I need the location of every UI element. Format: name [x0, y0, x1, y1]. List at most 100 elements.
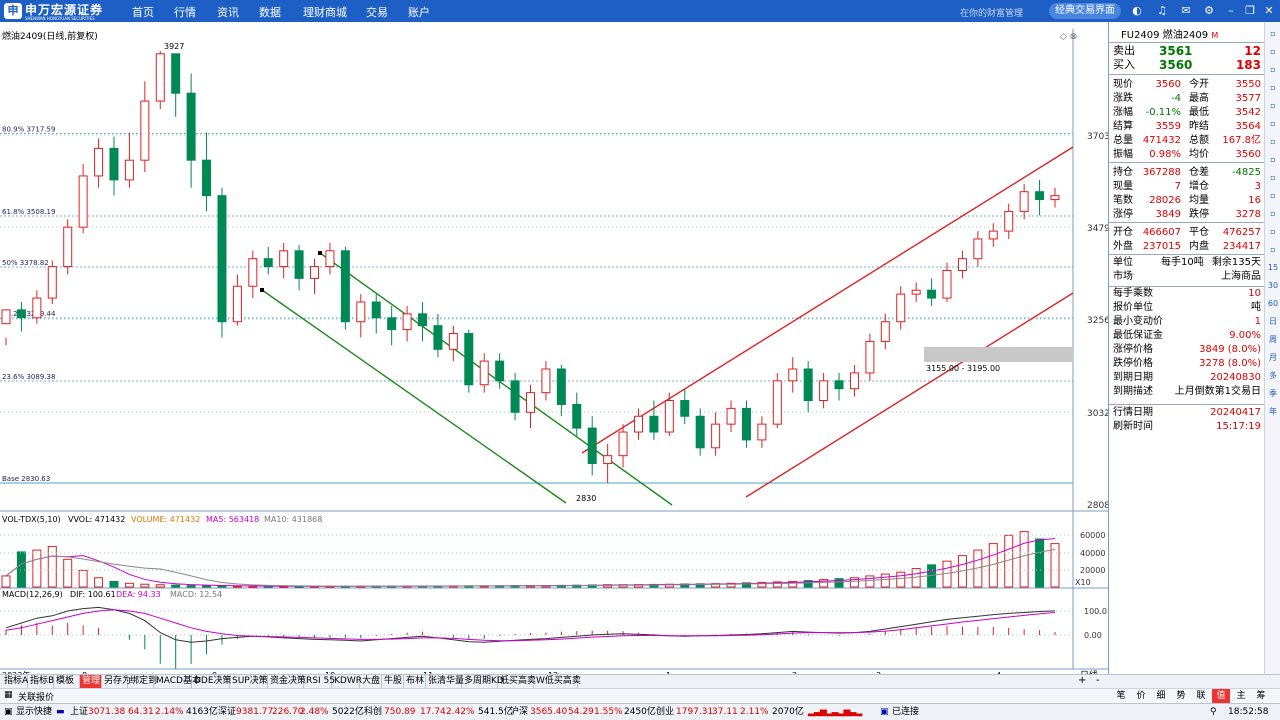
compass-icon[interactable]: ▫	[1267, 190, 1279, 202]
macd-dif: DIF: 100.61	[70, 590, 116, 599]
indicator-tab[interactable]: W低买高卖	[534, 675, 581, 689]
indicator-tab[interactable]: 低买高卖	[498, 675, 536, 689]
related-quote-icon[interactable]: ▦	[4, 690, 13, 700]
settings-icon[interactable]: ⚙	[1202, 4, 1216, 18]
message-icon[interactable]: ✉	[1179, 4, 1193, 18]
table-icon[interactable]: ▫	[1267, 118, 1279, 130]
nav-data[interactable]: 数据	[259, 4, 281, 20]
brand-name-en: SHENWAN HONGYUAN SECURITIES	[25, 16, 95, 21]
indicator-tab[interactable]: 绑定到	[128, 675, 157, 689]
bottom-tool[interactable]: 主	[1232, 689, 1250, 703]
nav-account[interactable]: 账户	[408, 4, 430, 20]
bottom-tool[interactable]: 联	[1192, 689, 1210, 703]
nav-home[interactable]: 首页	[132, 4, 154, 20]
sell-row[interactable]: 卖出 3561 12	[1109, 44, 1265, 58]
indicator-tab[interactable]: 张清华量	[426, 675, 464, 689]
display-shortcut[interactable]: 显示快捷	[16, 704, 52, 720]
spec-row: 跌停价格 3278 (8.0%)	[1113, 358, 1261, 369]
line-icon[interactable]: ▫	[1267, 82, 1279, 94]
list-icon[interactable]: ▫	[1267, 46, 1279, 58]
period-20[interactable]: 季	[1267, 388, 1279, 400]
skin-icon[interactable]: ◐	[1130, 4, 1144, 18]
volume-bar	[1019, 531, 1029, 588]
text-icon[interactable]: ▫	[1267, 136, 1279, 148]
bottom-tool[interactable]: 筹	[1252, 689, 1270, 703]
volume-bar	[63, 558, 73, 588]
fib-label: Base 2830.63	[2, 475, 50, 483]
indicator-tab[interactable]: 布林	[404, 675, 426, 689]
quote-date-row: 行情日期 20240417	[1113, 407, 1261, 418]
minimize-icon[interactable]: –	[1224, 4, 1238, 18]
vol-ma10: MA10: 431868	[264, 515, 322, 524]
quote-row: 涨跌 -4 最高 3577	[1113, 93, 1261, 104]
headset-icon[interactable]: ♫	[1155, 4, 1169, 18]
bottom-tool[interactable]: 势	[1172, 689, 1190, 703]
nav-news[interactable]: 资讯	[217, 4, 239, 20]
chart-icon[interactable]: ▫	[1267, 64, 1279, 76]
grid-icon[interactable]: ▫	[1267, 28, 1279, 40]
indicator-tab[interactable]: 大盘	[360, 675, 382, 689]
indicator-tab[interactable]: 指标A	[2, 675, 28, 689]
indicator-tab[interactable]: 多周期KD	[462, 675, 504, 689]
bottom-tool[interactable]: 细	[1152, 689, 1170, 703]
candle	[47, 260, 57, 304]
indicator-tab[interactable]: RSI 55	[304, 675, 335, 689]
period-18[interactable]: 月	[1267, 352, 1279, 364]
indicator-tab[interactable]: 模板	[54, 675, 80, 689]
period-15[interactable]: 60	[1267, 298, 1279, 310]
indicator-tab[interactable]: 管理	[80, 675, 102, 689]
indicator-tab[interactable]: 指标B	[28, 675, 54, 689]
period-16[interactable]: 日	[1267, 316, 1279, 328]
remove-tab-icon[interactable]: -	[1096, 675, 1100, 686]
note-icon[interactable]: ▫	[1267, 244, 1279, 256]
indicator-tabs: 指标A 指标B 模板 管理 另存为 绑定到 MACD基本 DDE决策 SUP决策 资金决策 RSI …	[0, 674, 1280, 689]
bottom-tool[interactable]: 价	[1132, 689, 1150, 703]
bar-icon[interactable]: ▫	[1267, 100, 1279, 112]
bottom-tool[interactable]: 值	[1212, 689, 1230, 703]
chart-options-icon[interactable]: ◇ ⊗	[1060, 32, 1077, 42]
indicator-tab[interactable]: 另存为	[102, 675, 131, 689]
candlestick-chart[interactable]: 燃油2409(日线,前复权) ◇ ⊗ 80.9% 3717.59 61.8% 35…	[0, 22, 1108, 688]
window-icon[interactable]: ▫	[1267, 172, 1279, 184]
market-bars-icon: ▂▃▅▂▃▂▅▃▂	[808, 707, 862, 717]
bottom-tool[interactable]: 笔	[1112, 689, 1130, 703]
volume-bar	[1, 575, 11, 588]
indicator-tab[interactable]: DDE决策	[192, 675, 232, 689]
restore-icon[interactable]: ❐	[1243, 4, 1257, 18]
indicator-tab[interactable]: KDWR	[332, 675, 362, 689]
close-icon[interactable]: ✕	[1262, 4, 1276, 18]
indicator-tab[interactable]: 资金决策	[268, 675, 306, 689]
buy-row[interactable]: 买入 3560 183	[1109, 58, 1265, 72]
add-tab-icon[interactable]: +	[1078, 675, 1086, 686]
period-19[interactable]: 多	[1267, 370, 1279, 382]
period-13[interactable]: 15	[1267, 262, 1279, 274]
volume-bar	[217, 585, 227, 588]
price-tick: 3032	[1087, 409, 1108, 419]
classic-trade-button[interactable]: 经典交易界面	[1049, 3, 1121, 19]
nav-wealth-mall[interactable]: 理财商城	[303, 4, 347, 20]
calc-icon[interactable]: ▫	[1267, 154, 1279, 166]
header-slogan: 在你的财富管理	[960, 9, 1024, 19]
related-quote-label[interactable]: 关联报价	[18, 690, 54, 703]
pen-icon[interactable]: ▫	[1267, 226, 1279, 238]
indicator-tab[interactable]: SUP决策	[230, 675, 268, 689]
top-navigation-bar: 申 申万宏源证券 SHENWAN HONGYUAN SECURITIES 首页 …	[0, 0, 1280, 22]
period-21[interactable]: 年	[1267, 406, 1279, 418]
quote-row: 持仓 367288 仓差 -4825	[1113, 167, 1261, 178]
nav-trade[interactable]: 交易	[366, 4, 388, 20]
quote-row: 振幅 0.98% 均价 3560	[1113, 149, 1261, 160]
move-icon[interactable]: ▫	[1267, 208, 1279, 220]
vol-volume: VOLUME: 471432	[131, 515, 200, 524]
indicator-tab[interactable]: MACD基本	[154, 675, 201, 689]
logo-icon: 申	[4, 3, 22, 19]
status-icons[interactable]: ⚲	[1210, 704, 1217, 720]
clock: 18:52:58	[1228, 707, 1269, 717]
nav-market[interactable]: 行情	[174, 4, 196, 20]
quote-row: 涨幅 -0.11% 最低 3542	[1113, 107, 1261, 118]
status-bar: ▣ 显示快捷 ▬ 上证 3071.38 64.31 2.14% 4163亿 深证…	[0, 703, 1280, 720]
period-14[interactable]: 30	[1267, 280, 1279, 292]
display-shortcut-icon[interactable]: ▣	[4, 704, 13, 720]
price-gap-box	[924, 347, 1073, 362]
period-17[interactable]: 周	[1267, 334, 1279, 346]
indicator-tab[interactable]: 牛股	[382, 675, 404, 689]
